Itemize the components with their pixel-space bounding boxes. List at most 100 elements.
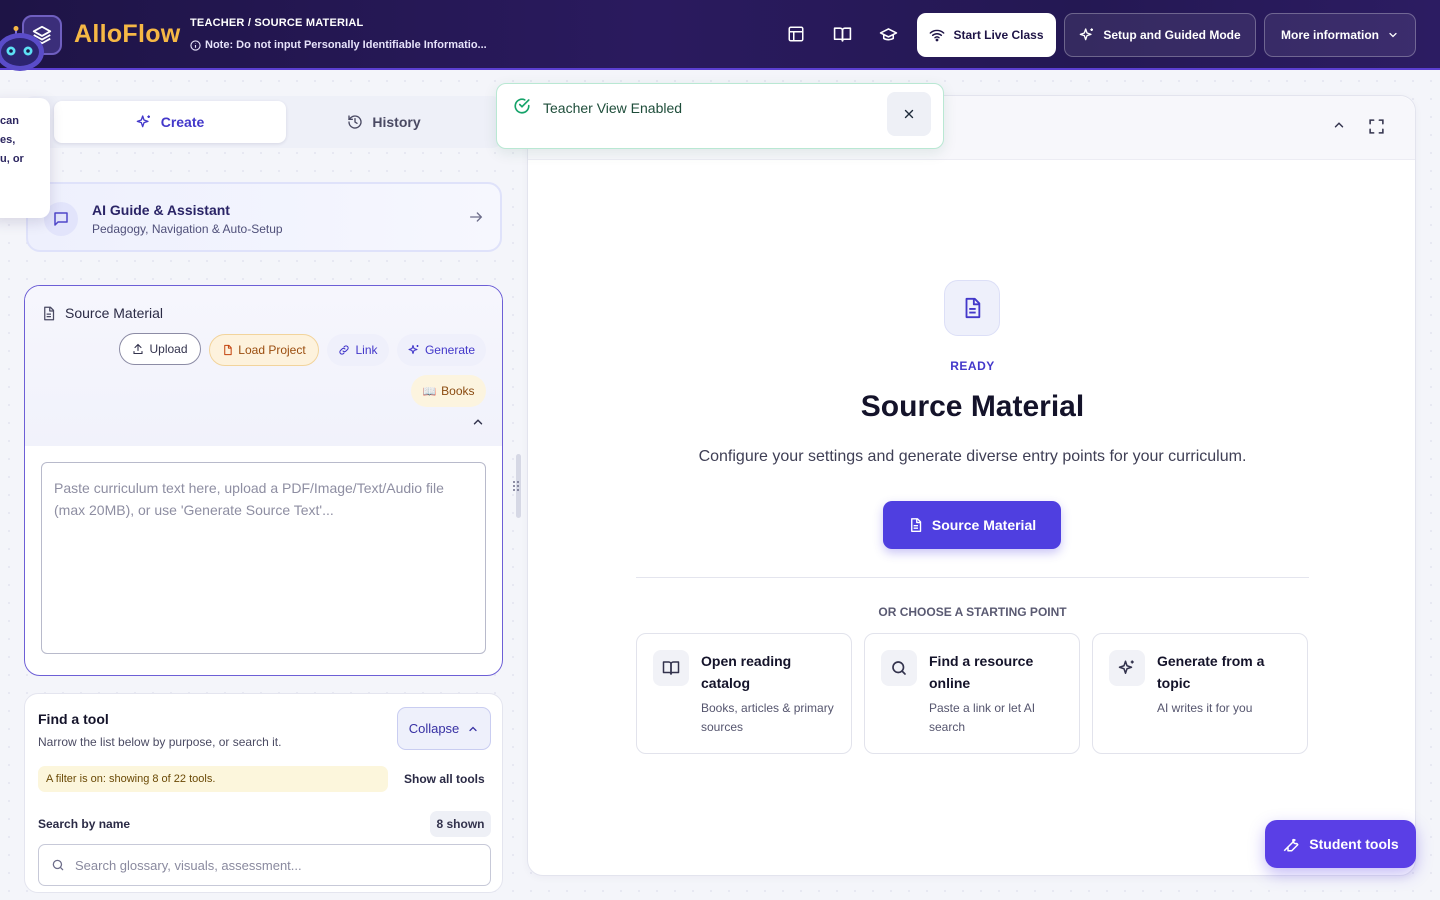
link-icon — [339, 345, 350, 355]
assistant-tooltip: can es, u, or — [0, 98, 50, 218]
tab-create-label: Create — [160, 114, 205, 130]
arrow-right-icon — [468, 209, 484, 225]
setup-guided-mode-button[interactable]: Setup and Guided Mode — [1064, 13, 1256, 57]
tab-history-label: History — [372, 114, 421, 130]
source-text-input[interactable]: Paste curriculum text here, upload a PDF… — [41, 462, 486, 654]
fullscreen-icon[interactable] — [1368, 118, 1385, 135]
upload-icon — [133, 343, 144, 355]
wrench-icon — [1284, 838, 1299, 852]
collapse-button[interactable]: Collapse — [397, 707, 491, 750]
search-icon — [881, 650, 917, 686]
sparkles-icon — [136, 115, 150, 128]
tooltip-line: u, or — [0, 153, 24, 165]
show-all-tools-link[interactable]: Show all tools — [404, 772, 485, 786]
graduation-cap-icon[interactable] — [877, 23, 899, 45]
sparkles-icon — [408, 344, 419, 355]
upload-label: Upload — [149, 342, 188, 356]
tooltip-line: can — [0, 115, 19, 127]
file-icon — [224, 344, 232, 356]
book-open-icon — [653, 650, 689, 686]
history-icon — [348, 115, 363, 129]
tab-create[interactable]: Create — [54, 101, 286, 143]
book-open-icon[interactable] — [831, 23, 853, 45]
option-subtitle: AI writes it for you — [1157, 701, 1253, 715]
collapse-label: Collapse — [408, 721, 460, 736]
upload-button[interactable]: Upload — [119, 333, 201, 365]
wifi-icon — [930, 29, 945, 42]
books-button[interactable]: 📖 Books — [411, 375, 486, 407]
option-title: Open reading catalog — [701, 653, 792, 691]
breadcrumb: TEACHER / SOURCE MATERIAL — [190, 17, 364, 29]
source-material-card: Source Material Upload Load Project Link… — [24, 285, 503, 676]
option-title: Find a resource online — [929, 653, 1034, 691]
find-tool-subtitle: Narrow the list below by purpose, or sea… — [38, 735, 282, 749]
link-label: Link — [355, 343, 378, 357]
brand-name: AlloFlow — [74, 20, 181, 48]
robot-mascot-icon[interactable] — [0, 26, 52, 76]
tool-search-field[interactable] — [38, 844, 491, 886]
pii-note-text: Note: Do not input Personally Identifiab… — [205, 39, 487, 51]
main-content-card: READY Source Material Configure your set… — [527, 95, 1416, 876]
option-find-resource-online[interactable]: Find a resource online Paste a link or l… — [864, 633, 1080, 754]
document-icon — [910, 518, 922, 532]
source-material-button[interactable]: Source Material — [883, 501, 1061, 549]
toast-message: Teacher View Enabled — [543, 100, 683, 116]
document-icon — [944, 280, 1000, 336]
close-toast-button[interactable] — [887, 92, 931, 136]
find-tool-card: Find a tool Narrow the list below by pur… — [24, 693, 503, 893]
layout-icon[interactable] — [785, 23, 807, 45]
starting-point-label: OR CHOOSE A STARTING POINT — [878, 605, 1067, 619]
generate-button[interactable]: Generate — [397, 334, 486, 366]
find-tool-title: Find a tool — [38, 711, 109, 727]
load-project-button[interactable]: Load Project — [209, 334, 319, 366]
ai-guide-subtitle: Pedagogy, Navigation & Auto-Setup — [92, 222, 283, 236]
search-by-name-label: Search by name — [38, 817, 131, 831]
sparkles-icon — [1109, 650, 1145, 686]
student-tools-button[interactable]: Student tools — [1265, 820, 1416, 868]
source-material-heading: Source Material — [41, 305, 163, 321]
close-icon — [904, 109, 914, 119]
page-description: Configure your settings and generate div… — [698, 448, 1247, 465]
link-button[interactable]: Link — [327, 334, 389, 366]
tooltip-line: es, — [0, 134, 16, 146]
option-subtitle: Paste a link or let AI search — [929, 701, 1036, 734]
tool-search-input[interactable] — [75, 855, 475, 875]
ai-guide-title: AI Guide & Assistant — [92, 202, 230, 218]
document-icon — [44, 306, 55, 320]
student-tools-label: Student tools — [1309, 836, 1399, 852]
info-icon — [190, 39, 201, 51]
option-title: Generate from a topic — [1157, 653, 1265, 691]
start-live-class-label: Start Live Class — [953, 28, 1044, 42]
option-subtitle: Books, articles & primary sources — [701, 701, 834, 734]
chevron-up-icon[interactable] — [1332, 118, 1346, 132]
pii-note: Note: Do not input Personally Identifiab… — [190, 39, 487, 51]
ai-guide-card[interactable]: AI Guide & Assistant Pedagogy, Navigatio… — [26, 182, 502, 252]
sparkles-icon — [1079, 28, 1094, 41]
chevron-down-icon — [1389, 32, 1397, 38]
option-open-reading-catalog[interactable]: Open reading catalog Books, articles & p… — [636, 633, 852, 754]
top-bar: AlloFlow TEACHER / SOURCE MATERIAL Note:… — [0, 0, 1440, 70]
more-information-label: More information — [1281, 28, 1379, 42]
load-project-label: Load Project — [238, 343, 306, 357]
tab-history[interactable]: History — [268, 101, 500, 143]
chevron-up-icon — [469, 726, 477, 731]
setup-guided-mode-label: Setup and Guided Mode — [1103, 28, 1241, 42]
page-title: Source Material — [860, 390, 1085, 423]
source-material-title: Source Material — [65, 305, 164, 321]
books-icon: 📖 — [422, 385, 437, 398]
option-generate-from-topic[interactable]: Generate from a topic AI writes it for y… — [1092, 633, 1308, 754]
shown-count-badge: 8 shown — [430, 811, 491, 837]
start-live-class-button[interactable]: Start Live Class — [917, 13, 1056, 57]
search-icon — [51, 858, 65, 872]
generate-label: Generate — [424, 343, 476, 357]
collapse-source-chevron-icon[interactable] — [471, 415, 485, 429]
check-circle-icon — [513, 97, 531, 115]
filter-notice: A filter is on: showing 8 of 22 tools. — [38, 766, 388, 792]
books-label: Books — [441, 384, 475, 398]
panel-tabs: Create History — [24, 96, 502, 148]
source-material-button-label: Source Material — [931, 517, 1037, 533]
more-information-button[interactable]: More information — [1264, 13, 1416, 57]
grip-icon — [512, 480, 520, 492]
status-label: READY — [950, 359, 995, 373]
teacher-view-toast: Teacher View Enabled — [496, 83, 944, 149]
